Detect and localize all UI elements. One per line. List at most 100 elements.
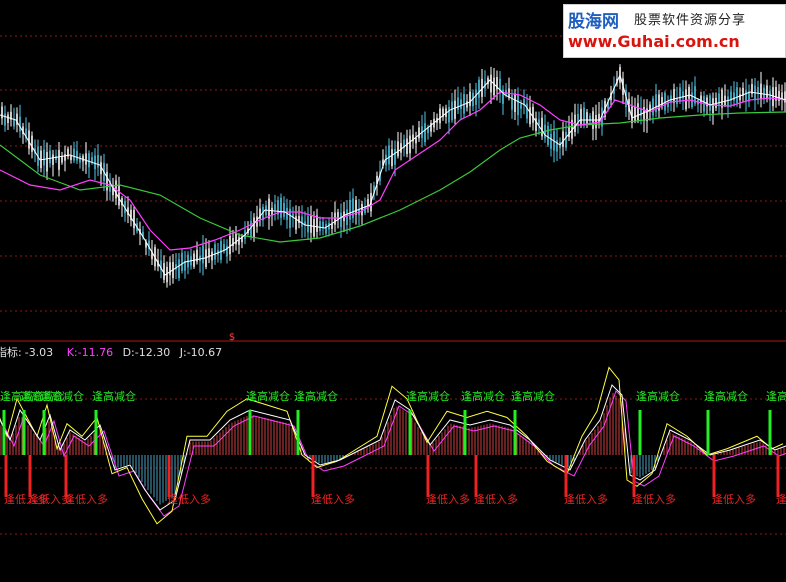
candle-body	[766, 85, 768, 98]
buy-signal-bar	[776, 455, 780, 497]
candle-body	[211, 251, 213, 261]
candle-body	[178, 259, 180, 279]
candle-body	[709, 95, 711, 111]
buy-signal-bar	[632, 455, 636, 497]
candle-body	[169, 262, 171, 276]
candle-body	[349, 199, 351, 220]
candle-body	[475, 89, 477, 105]
sell-signal-label: 逢高减仓	[406, 389, 450, 403]
candle-body	[4, 113, 6, 126]
sell-signal-bar	[248, 410, 252, 455]
sell-signal-bar	[513, 410, 517, 455]
candle-body	[49, 150, 51, 164]
kline-chart: $ 逢高减仓逢高减仓逢高减仓 逢高减仓 逢高减仓 逢高减仓 逢高减仓 逢高减仓 逢高减仓 逢高…	[0, 35, 786, 535]
candle-body	[73, 148, 75, 161]
candle-body	[46, 151, 48, 172]
candle-body	[673, 89, 675, 103]
candle-body	[520, 104, 522, 109]
buy-signal-label: 逢低入多	[776, 492, 786, 506]
candlesticks	[1, 64, 786, 288]
candle-body	[517, 95, 519, 116]
sell-signal-label: 逢高减仓	[636, 389, 680, 403]
candle-body	[250, 220, 252, 238]
buy-signal-bar	[28, 455, 32, 497]
divider-marker: $	[229, 332, 235, 343]
sell-signal-label: 逢高减仓	[511, 389, 555, 403]
sell-signal-bar	[768, 410, 772, 455]
candle-body	[679, 87, 681, 101]
candle-body	[724, 95, 726, 105]
sell-signal-bar	[463, 410, 467, 455]
sell-signal-label: 逢高减仓	[704, 389, 748, 403]
candle-body	[529, 107, 531, 125]
sell-signal-bar	[22, 410, 26, 455]
candle-body	[58, 149, 60, 170]
candle-body	[685, 89, 687, 110]
candle-body	[538, 119, 540, 125]
sell-signal-label: 逢高减仓	[461, 389, 505, 403]
candle-body	[550, 134, 552, 149]
candle-body	[340, 212, 342, 228]
candle-body	[1, 106, 3, 119]
indicator-value: -3.03	[24, 346, 54, 359]
candle-body	[541, 117, 543, 137]
candle-body	[352, 198, 354, 219]
candle-body	[757, 87, 759, 94]
candle-body	[478, 79, 480, 98]
candle-body	[493, 77, 495, 96]
sell-signal-label: 逢高减仓	[92, 389, 136, 403]
watermark-brand: 股海网	[568, 12, 619, 32]
candle-body	[451, 101, 453, 121]
sell-signal-bar	[296, 410, 300, 455]
sell-signal-label: 逢高减仓	[40, 389, 84, 403]
candle-body	[424, 123, 426, 143]
candle-body	[97, 155, 99, 168]
candle-body	[469, 91, 471, 106]
candle-body	[280, 197, 282, 218]
buy-signal-bar	[64, 455, 68, 497]
buy-signal-label: 逢低入多	[632, 492, 676, 506]
ma-long-line	[0, 111, 786, 243]
buy-signal-label: 逢低入多	[474, 492, 518, 506]
sell-signal-bar	[638, 410, 642, 455]
sell-signal-label: 逢高减仓	[294, 389, 338, 403]
candle-body	[307, 216, 309, 233]
candle-body	[229, 235, 231, 255]
candle-body	[274, 204, 276, 210]
candle-body	[319, 221, 321, 232]
candle-body	[61, 156, 63, 163]
candle-body	[760, 83, 762, 99]
candle-body	[94, 155, 96, 170]
candle-body	[43, 149, 45, 166]
buy-signal-label: 逢低入多	[167, 492, 211, 506]
candle-body	[406, 138, 408, 154]
candle-body	[532, 106, 534, 123]
candle-body	[448, 106, 450, 123]
candle-body	[85, 153, 87, 165]
candle-body	[583, 107, 585, 125]
buy-signal-bar	[311, 455, 315, 497]
candle-body	[664, 92, 666, 111]
sell-signal-bar	[408, 410, 412, 455]
candle-body	[562, 131, 564, 147]
candle-body	[7, 114, 9, 124]
candle-body	[220, 240, 222, 260]
candle-body	[454, 100, 456, 119]
candle-body	[13, 119, 15, 127]
candle-body	[238, 237, 240, 245]
candle-body	[283, 203, 285, 217]
candle-body	[721, 89, 723, 108]
candle-body	[181, 252, 183, 272]
candle-body	[268, 198, 270, 219]
ma-mid-line	[0, 91, 786, 251]
sell-signal-label: 逢高减仓	[766, 389, 786, 403]
candle-body	[28, 130, 30, 149]
candle-body	[223, 244, 225, 251]
buy-signal-label: 逢低入多	[64, 492, 108, 506]
candle-body	[118, 185, 120, 206]
watermark-tagline: 股票软件资源分享	[634, 13, 747, 28]
candle-body	[70, 155, 72, 161]
candle-body	[733, 92, 735, 101]
candle-body	[643, 106, 645, 121]
candle-body	[415, 137, 417, 144]
